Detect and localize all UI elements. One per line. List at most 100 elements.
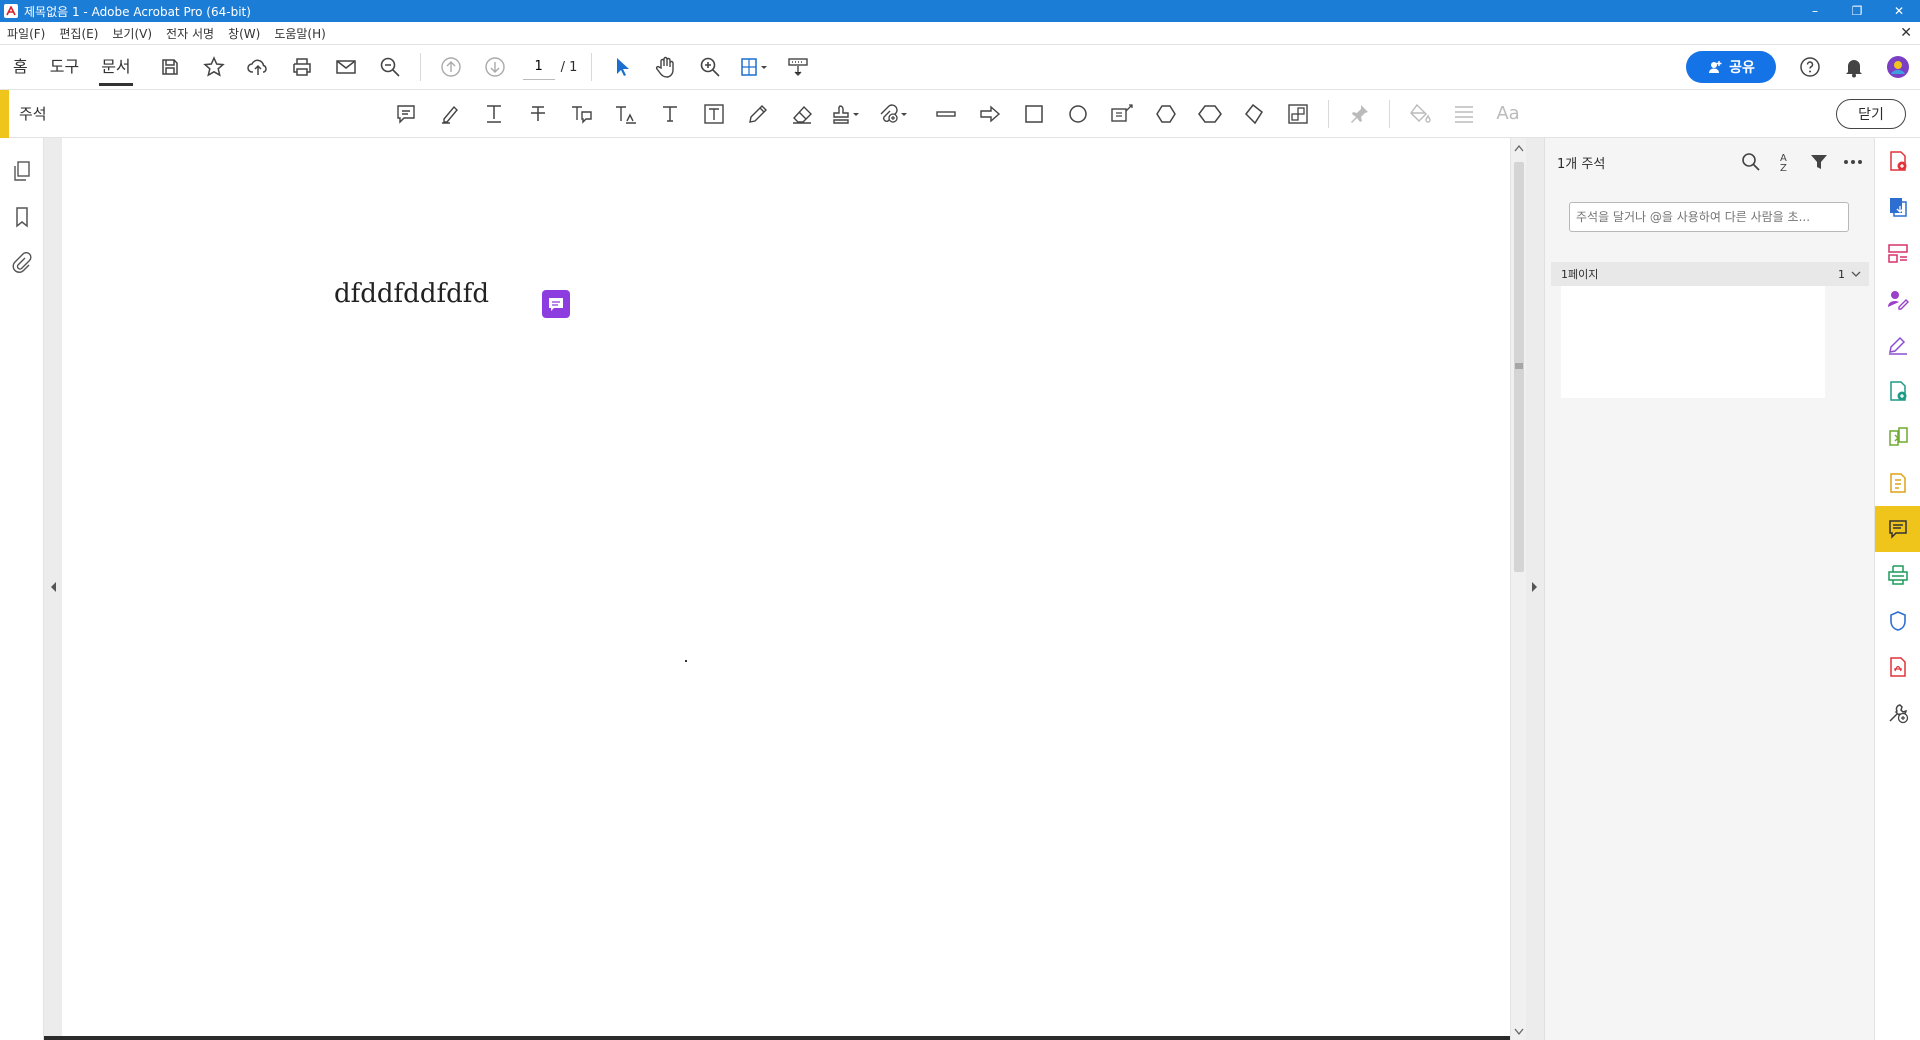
toolbar-divider [591,53,593,81]
toolbar-divider [419,53,421,81]
add-text-icon[interactable] [648,90,692,138]
scroll-up-icon[interactable] [1514,144,1524,152]
underline-text-icon[interactable] [472,90,516,138]
menu-edit[interactable]: 편집(E) [52,25,105,42]
horizontal-scrollbar[interactable] [44,1036,1510,1040]
attach-file-icon[interactable] [868,90,918,138]
menu-window[interactable]: 창(W) [221,25,267,42]
sort-glyph-bottom: Z [1780,163,1787,173]
vertical-scrollbar[interactable] [1510,138,1526,1040]
text-box-icon[interactable] [692,90,736,138]
scroll-down-icon[interactable] [1514,1028,1524,1036]
close-document-button[interactable]: ✕ [1900,25,1920,41]
left-navigation-pane [0,138,44,1040]
replace-text-icon[interactable] [560,90,604,138]
comment-tool-icon[interactable] [1875,506,1920,552]
group-objects-icon[interactable] [1276,90,1320,138]
tab-document[interactable]: 문서 [90,44,141,90]
organize-pages-icon[interactable] [1875,230,1920,276]
page-group-header[interactable]: 1페이지 1 [1551,262,1869,286]
compress-pdf-icon[interactable] [1875,460,1920,506]
close-comment-button[interactable]: 닫기 [1836,98,1906,129]
comment-card[interactable] [1561,286,1825,398]
menu-help[interactable]: 도움말(H) [267,25,333,42]
eraser-icon[interactable] [780,90,824,138]
callout-tool-icon[interactable] [1100,90,1144,138]
bookmark-icon[interactable] [0,194,44,240]
print-icon[interactable] [280,44,324,90]
window-title: 제목없음 1 - Adobe Acrobat Pro (64-bit) [24,4,251,19]
export-pdf-icon[interactable] [1875,184,1920,230]
filter-icon[interactable] [1804,147,1834,177]
minimize-button[interactable]: – [1794,0,1836,22]
restore-button[interactable]: ❐ [1836,0,1878,22]
cloud-tool-icon[interactable] [1188,90,1232,138]
pencil-icon[interactable] [736,90,780,138]
close-window-button[interactable]: ✕ [1878,0,1920,22]
tab-home[interactable]: 홈 [2,44,39,90]
create-pdf-icon[interactable] [1875,138,1920,184]
zoom-in-icon[interactable] [688,44,732,90]
edit-pdf-icon[interactable] [1875,368,1920,414]
line-style-icon[interactable] [1442,90,1486,138]
document-page[interactable]: dfddfddfdfd [62,138,1510,1040]
menu-view[interactable]: 보기(V) [105,25,159,42]
sticky-note-icon[interactable] [384,90,428,138]
zoom-search-icon[interactable] [368,44,412,90]
save-icon[interactable] [148,44,192,90]
help-icon[interactable] [1788,44,1832,90]
next-page-icon[interactable] [473,44,517,90]
read-mode-icon[interactable] [776,44,820,90]
share-button[interactable]: 공유 [1686,51,1776,83]
more-options-icon[interactable] [1838,147,1868,177]
font-properties-icon[interactable]: Aa [1486,90,1530,138]
page-number-input[interactable] [522,54,555,80]
oval-tool-icon[interactable] [1056,90,1100,138]
hand-tool-icon[interactable] [644,44,688,90]
avatar[interactable] [1876,44,1920,90]
select-cursor-icon[interactable] [600,44,644,90]
previous-page-icon[interactable] [429,44,473,90]
combine-files-icon[interactable] [1875,414,1920,460]
fit-page-icon[interactable] [732,44,776,90]
more-tools-icon[interactable] [1875,690,1920,736]
line-tool-icon[interactable] [924,90,968,138]
page-group-count: 1 [1838,267,1845,281]
prepare-form-icon[interactable] [1875,644,1920,690]
page-group-label: 1페이지 [1561,268,1599,281]
menu-e-sign[interactable]: 전자 서명 [159,25,221,42]
fill-sign-icon[interactable] [1875,322,1920,368]
page-total: / 1 [560,59,578,75]
sticky-note-marker[interactable] [542,290,570,318]
protect-shield-icon[interactable] [1875,598,1920,644]
scan-ocr-icon[interactable] [1875,552,1920,598]
collapse-right-icon[interactable] [1531,581,1539,593]
strikethrough-icon[interactable] [516,90,560,138]
tab-tools[interactable]: 도구 [39,44,90,90]
comments-panel-header: 1개 주석 AZ [1545,138,1874,186]
page-thumbnails-icon[interactable] [0,148,44,194]
pin-icon[interactable] [1337,90,1381,138]
star-icon[interactable] [192,44,236,90]
email-icon[interactable] [324,44,368,90]
upload-cloud-icon[interactable] [236,44,280,90]
notification-bell-icon[interactable] [1832,44,1876,90]
comment-search-input[interactable] [1569,202,1849,232]
request-signature-icon[interactable] [1875,276,1920,322]
polygon-tool-icon[interactable] [1144,90,1188,138]
polyline-tool-icon[interactable] [1232,90,1276,138]
insert-text-icon[interactable] [604,90,648,138]
arrow-tool-icon[interactable] [968,90,1012,138]
fill-color-icon[interactable] [1398,90,1442,138]
highlight-icon[interactable] [428,90,472,138]
sort-icon[interactable]: AZ [1770,147,1800,177]
title-bar: 제목없음 1 - Adobe Acrobat Pro (64-bit) – ❐ … [0,0,1920,22]
attachment-icon[interactable] [0,240,44,286]
scrollbar-thumb[interactable] [1514,162,1524,572]
stamp-icon[interactable] [824,90,868,138]
rectangle-tool-icon[interactable] [1012,90,1056,138]
menu-file[interactable]: 파일(F) [0,25,52,42]
search-icon[interactable] [1736,147,1766,177]
comment-toolbar-divider [1328,99,1329,128]
collapse-left-icon[interactable] [49,581,57,593]
